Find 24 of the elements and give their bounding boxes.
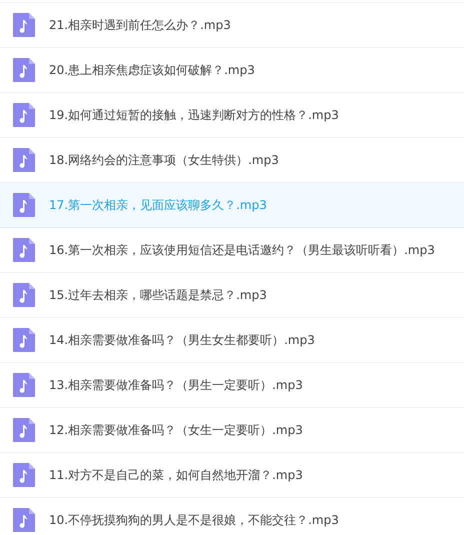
audio-file-icon [13,463,35,487]
audio-file-icon [13,193,35,217]
file-name: 20.患上相亲焦虑症该如何破解？.mp3 [49,62,255,79]
audio-file-icon [13,238,35,262]
audio-file-icon [13,103,35,127]
file-name: 21.相亲时遇到前任怎么办？.mp3 [49,17,231,34]
audio-file-icon [13,58,35,82]
file-name: 19.如何通过短暂的接触，迅速判断对方的性格？.mp3 [49,107,339,124]
audio-file-icon [13,418,35,442]
audio-file-icon [13,148,35,172]
file-name: 18.网络约会的注意事项（女生特供）.mp3 [49,152,279,169]
file-name: 11.对方不是自己的菜，如何自然地开溜？.mp3 [49,467,303,484]
file-name: 14.相亲需要做准备吗？（男生女生都要听）.mp3 [49,332,315,349]
audio-file-icon [13,328,35,352]
audio-file-icon [13,373,35,397]
file-name: 12.相亲需要做准备吗？（女生一定要听）.mp3 [49,422,303,439]
audio-file-icon [13,283,35,307]
audio-file-icon [13,13,35,37]
audio-file-icon [13,508,35,532]
file-name: 16.第一次相亲，应该使用短信还是电话邀约？（男生最该听听看）.mp3 [49,242,435,259]
file-name: 15.过年去相亲，哪些话题是禁忌？.mp3 [49,287,267,304]
file-name: 10.不停抚摸狗狗的男人是不是很娘，不能交往？.mp3 [49,512,339,529]
file-name: 17.第一次相亲，见面应该聊多久？.mp3 [49,197,267,214]
file-name: 13.相亲需要做准备吗？（男生一定要听）.mp3 [49,377,303,394]
